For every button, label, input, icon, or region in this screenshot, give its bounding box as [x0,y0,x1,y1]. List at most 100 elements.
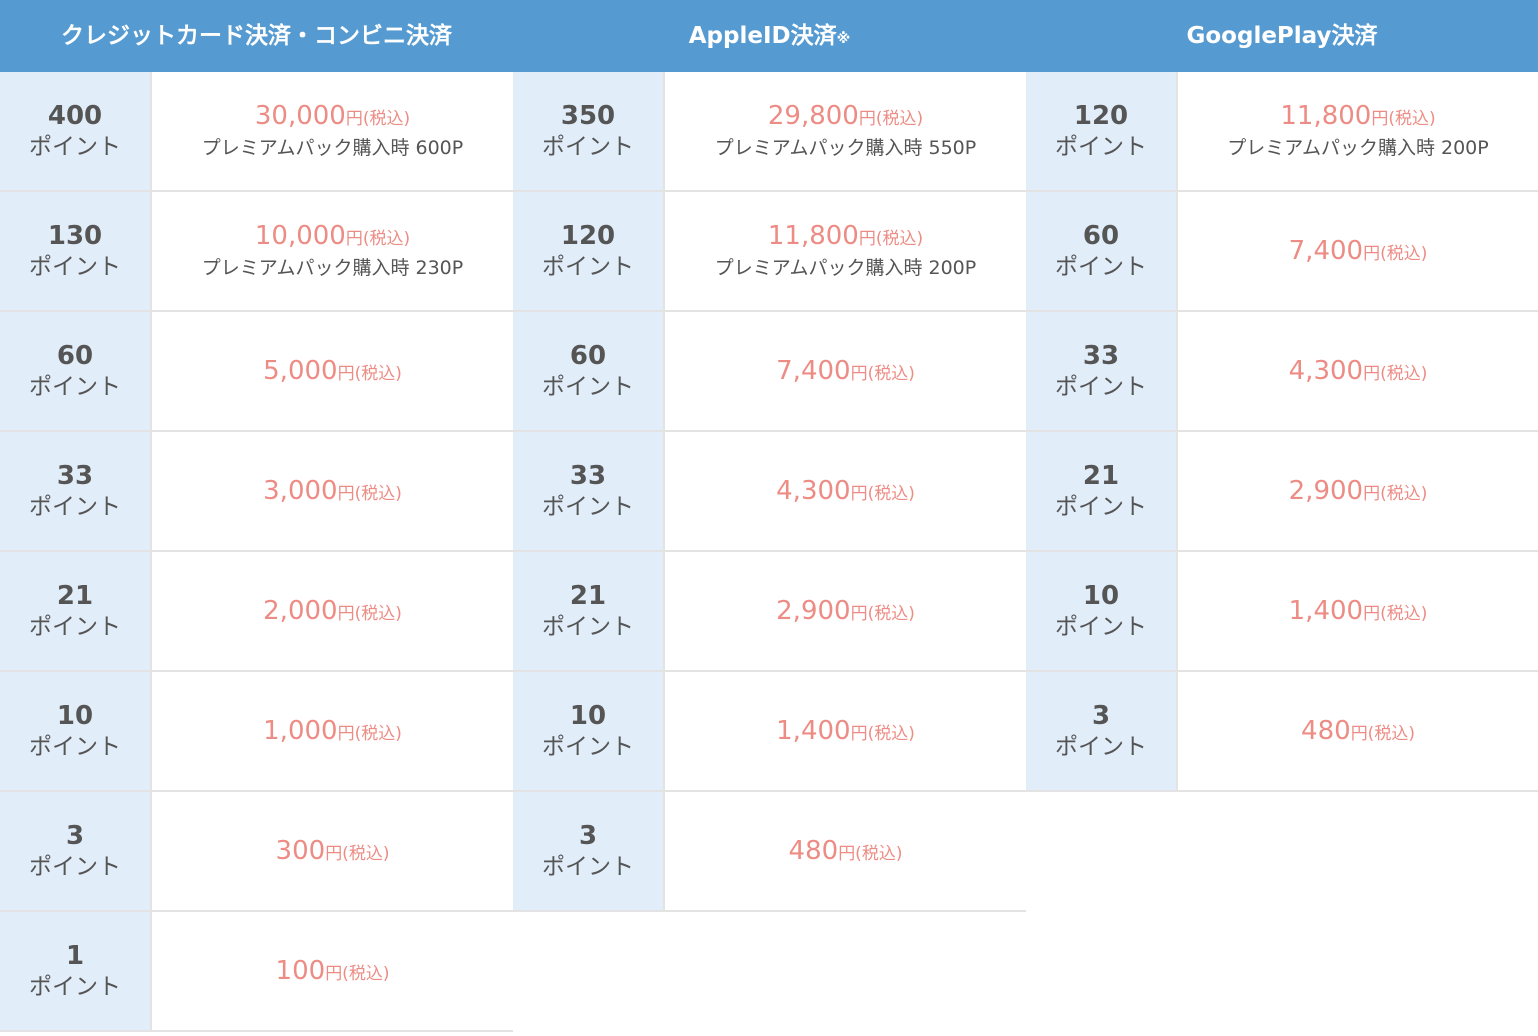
price-row: 3 ポイント 300円(税込) [0,792,513,912]
price-row: 10 ポイント 1,400円(税込) [513,672,1026,792]
price-table-page: クレジットカード決済・コンビニ決済 AppleID決済※ GooglePlay決… [0,0,1538,1036]
price-row: 130 ポイント 10,000円(税込) プレミアムパック購入時 230P [0,192,513,312]
points-unit: ポイント [29,134,121,160]
price-row: 10 ポイント 1,400円(税込) [1026,552,1538,672]
premium-pack-note: プレミアムパック購入時 230P [201,257,464,279]
price-row: 60 ポイント 7,400円(税込) [1026,192,1538,312]
price-row: 33 ポイント 4,300円(税込) [1026,312,1538,432]
price-row: 3 ポイント 480円(税込) [1026,672,1538,792]
price-line: 480円(税込) [1301,716,1415,746]
price-line: 3,000円(税込) [263,476,402,506]
points-unit: ポイント [1055,614,1147,640]
header-title: AppleID決済 [688,23,837,49]
points-value: 10 [569,701,607,731]
price-line: 5,000円(税込) [263,356,402,386]
points-unit: ポイント [1055,494,1147,520]
points-value: 60 [1082,221,1120,251]
price-row: 120 ポイント 11,800円(税込) プレミアムパック購入時 200P [513,192,1026,312]
price-line: 4,300円(税込) [776,476,915,506]
price-row: 60 ポイント 7,400円(税込) [513,312,1026,432]
price-unit: 円(税込) [850,724,915,744]
price-unit: 円(税込) [325,844,390,864]
points-unit: ポイント [542,134,634,160]
price-line: 1,400円(税込) [776,716,915,746]
price-cell: 480円(税込) [1178,672,1538,790]
price-cell: 1,400円(税込) [665,672,1026,790]
price-line: 30,000円(税込) [255,101,410,131]
price-unit: 円(税込) [858,109,924,129]
price-row: 10 ポイント 1,000円(税込) [0,672,513,792]
price-line: 300円(税込) [276,836,390,866]
header-title: GooglePlay決済 [1186,23,1378,49]
price-row: 120 ポイント 11,800円(税込) プレミアムパック購入時 200P [1026,72,1538,192]
price-row: 1 ポイント 100円(税込) [0,912,513,1032]
price-line: 2,900円(税込) [776,596,915,626]
price-value: 4,300 [776,476,851,506]
price-value: 300 [275,836,326,866]
points-cell: 33 ポイント [513,432,665,550]
price-cell: 11,800円(税込) プレミアムパック購入時 200P [1178,72,1538,190]
points-cell: 21 ポイント [0,552,152,670]
price-value: 7,400 [776,356,851,386]
points-cell: 400 ポイント [0,72,152,190]
points-cell: 3 ポイント [513,792,665,910]
price-row: 33 ポイント 4,300円(税込) [513,432,1026,552]
points-unit: ポイント [29,614,121,640]
points-value: 350 [560,101,616,131]
header-title: クレジットカード決済・コンビニ決済 [61,23,452,49]
price-value: 7,400 [1288,236,1364,266]
price-cell: 4,300円(税込) [665,432,1026,550]
price-value: 2,900 [776,596,851,626]
points-unit: ポイント [1055,134,1147,160]
price-unit: 円(税込) [858,229,924,249]
price-cell: 2,000円(税込) [152,552,513,670]
price-row: 60 ポイント 5,000円(税込) [0,312,513,432]
price-line: 29,800円(税込) [768,101,923,131]
points-unit: ポイント [542,494,634,520]
price-unit: 円(税込) [345,229,411,249]
price-row: 350 ポイント 29,800円(税込) プレミアムパック購入時 550P [513,72,1026,192]
price-line: 2,900円(税込) [1289,476,1428,506]
premium-pack-note: プレミアムパック購入時 600P [201,137,464,159]
premium-pack-note: プレミアムパック購入時 200P [1227,137,1489,159]
points-unit: ポイント [29,374,121,400]
points-value: 10 [1082,581,1120,611]
points-value: 120 [1073,101,1129,131]
points-cell: 10 ポイント [513,672,665,790]
header-mark: ※ [836,31,851,47]
price-cell: 5,000円(税込) [152,312,513,430]
column-appleid: 350 ポイント 29,800円(税込) プレミアムパック購入時 550P 120 ポイン… [513,72,1026,912]
price-cell: 29,800円(税込) プレミアムパック購入時 550P [665,72,1026,190]
price-line: 10,000円(税込) [255,221,410,251]
price-cell: 1,000円(税込) [152,672,513,790]
price-unit: 円(税込) [1350,724,1415,744]
points-cell: 60 ポイント [0,312,152,430]
premium-pack-note: プレミアムパック購入時 200P [714,257,977,279]
price-unit: 円(税込) [850,364,915,384]
price-value: 2,000 [263,596,338,626]
points-unit: ポイント [1055,734,1147,760]
points-value: 120 [560,221,616,251]
price-line: 100円(税込) [276,956,390,986]
points-value: 33 [1082,341,1120,371]
price-unit: 円(税込) [1363,244,1428,264]
price-line: 1,000円(税込) [263,716,402,746]
points-value: 1 [65,941,85,971]
price-unit: 円(税込) [345,109,411,129]
price-cell: 10,000円(税込) プレミアムパック購入時 230P [152,192,513,310]
price-cell: 3,000円(税込) [152,432,513,550]
price-line: 7,400円(税込) [776,356,915,386]
price-value: 1,400 [1288,596,1364,626]
points-cell: 3 ポイント [0,792,152,910]
points-cell: 33 ポイント [0,432,152,550]
points-value: 10 [56,701,94,731]
points-unit: ポイント [1055,374,1147,400]
price-unit: 円(税込) [337,364,402,384]
points-unit: ポイント [542,254,634,280]
price-row: 33 ポイント 3,000円(税込) [0,432,513,552]
points-value: 400 [47,101,103,131]
price-line: 11,800円(税込) [1280,101,1435,131]
points-unit: ポイント [29,974,121,1000]
points-value: 21 [569,581,607,611]
points-value: 130 [47,221,103,251]
